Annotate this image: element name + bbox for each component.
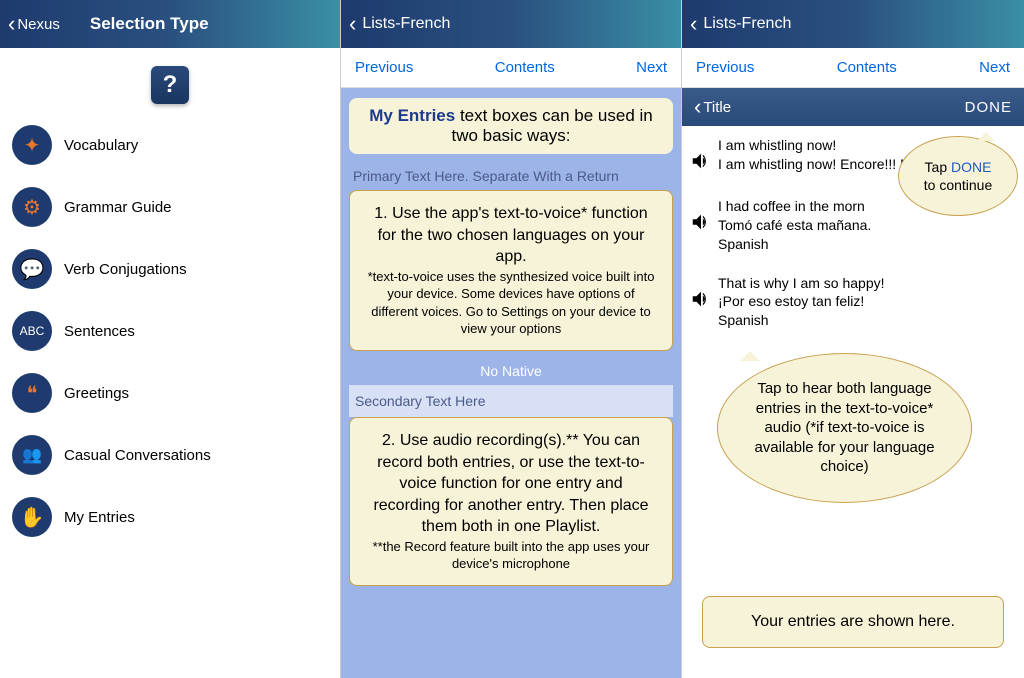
menu-item-greetings[interactable]: ❝ Greetings <box>0 362 340 424</box>
back-button[interactable]: ‹ Lists-French <box>349 13 450 35</box>
nav-next[interactable]: Next <box>636 59 667 76</box>
nav-next[interactable]: Next <box>979 59 1010 76</box>
nav-previous[interactable]: Previous <box>696 59 754 76</box>
title-label: Title <box>703 99 731 116</box>
menu-label: Greetings <box>64 385 129 402</box>
back-button[interactable]: ‹ Lists-French <box>690 13 791 35</box>
callout-bottom: Your entries are shown here. <box>702 596 1004 648</box>
abc-icon: ABC <box>12 311 52 351</box>
speaker-icon[interactable] <box>690 288 718 315</box>
screen-info: ‹ Lists-French Previous Contents Next My… <box>341 0 682 678</box>
entry-row: That is why I am so happy! ¡Por eso esto… <box>682 264 1024 341</box>
chevron-left-icon: ‹ <box>349 13 356 35</box>
info-header-text: text boxes can be used in two basic ways… <box>451 106 652 145</box>
info-header: My Entries text boxes can be used in two… <box>349 98 673 154</box>
menu-label: Vocabulary <box>64 137 138 154</box>
callout-done: Tap DONE to continue <box>898 136 1018 216</box>
callout-text: Tap to hear both language entries in the… <box>742 379 947 477</box>
title-back-button[interactable]: ‹ Title <box>694 96 731 118</box>
back-label: Lists-French <box>703 15 791 33</box>
menu-list: ✦ Vocabulary ⚙ Grammar Guide 💬 Verb Conj… <box>0 114 340 548</box>
entry-line: Tomó café esta mañana. <box>718 216 1012 235</box>
back-label: Lists-French <box>362 15 450 33</box>
card2-small: **the Record feature built into the app … <box>364 538 658 573</box>
callout-text: Your entries are shown here. <box>751 613 955 630</box>
menu-item-vocabulary[interactable]: ✦ Vocabulary <box>0 114 340 176</box>
no-native-label: No Native <box>349 357 673 385</box>
primary-placeholder: Primary Text Here. Separate With a Retur… <box>349 162 673 190</box>
content-area: My Entries text boxes can be used in two… <box>341 88 681 678</box>
nav-contents[interactable]: Contents <box>495 59 555 76</box>
menu-item-casual[interactable]: 👥 Casual Conversations <box>0 424 340 486</box>
subnav: Previous Contents Next <box>341 48 681 88</box>
back-label: Nexus <box>17 16 60 33</box>
menu-item-verbs[interactable]: 💬 Verb Conjugations <box>0 238 340 300</box>
speaker-icon[interactable] <box>690 211 718 238</box>
menu-item-sentences[interactable]: ABC Sentences <box>0 300 340 362</box>
subnav: Previous Contents Next <box>682 48 1024 88</box>
card1-main: 1. Use the app's text-to-voice* function… <box>364 203 658 268</box>
page-title: Selection Type <box>90 14 209 34</box>
chat-icon: 💬 <box>12 249 52 289</box>
nav-contents[interactable]: Contents <box>837 59 897 76</box>
card2-main: 2. Use audio recording(s).** You can rec… <box>364 430 658 538</box>
gears-icon: ⚙ <box>12 187 52 227</box>
menu-label: My Entries <box>64 509 135 526</box>
help-row: ? <box>0 48 340 114</box>
people-icon: 👥 <box>12 435 52 475</box>
info-card-1: 1. Use the app's text-to-voice* function… <box>349 190 673 351</box>
callout-hear: Tap to hear both language entries in the… <box>717 353 972 503</box>
callout-text: to continue <box>924 177 993 193</box>
title-bar: ‹ Title DONE <box>682 88 1024 126</box>
callout-done-word: DONE <box>951 159 991 175</box>
entry-line: ¡Por eso estoy tan feliz! <box>718 292 1012 311</box>
menu-label: Casual Conversations <box>64 447 211 464</box>
quotes-icon: ❝ <box>12 373 52 413</box>
menu-label: Verb Conjugations <box>64 261 187 278</box>
secondary-placeholder: Secondary Text Here <box>349 385 673 417</box>
screen-entries: ‹ Lists-French Previous Contents Next ‹ … <box>682 0 1024 678</box>
entry-line: That is why I am so happy! <box>718 274 1012 293</box>
chevron-left-icon: ‹ <box>8 13 15 35</box>
info-header-bold: My Entries <box>369 106 455 125</box>
nav-previous[interactable]: Previous <box>355 59 413 76</box>
menu-label: Sentences <box>64 323 135 340</box>
header: ‹ Lists-French <box>341 0 681 48</box>
menu-item-grammar[interactable]: ⚙ Grammar Guide <box>0 176 340 238</box>
entry-line: Spanish <box>718 311 1012 330</box>
speaker-icon[interactable] <box>690 150 718 177</box>
back-button[interactable]: ‹ Nexus <box>8 13 60 35</box>
card1-small: *text-to-voice uses the synthesized voic… <box>364 268 658 338</box>
puzzle-icon: ✦ <box>12 125 52 165</box>
header: ‹ Lists-French <box>682 0 1024 48</box>
info-card-2: 2. Use audio recording(s).** You can rec… <box>349 417 673 586</box>
menu-label: Grammar Guide <box>64 199 172 216</box>
entry-line: Spanish <box>718 235 1012 254</box>
chevron-left-icon: ‹ <box>694 96 701 118</box>
done-button[interactable]: DONE <box>965 99 1012 116</box>
content-area: ‹ Title DONE I am whistling now! I am wh… <box>682 88 1024 678</box>
screen-selection-type: ‹ Nexus Selection Type ? ✦ Vocabulary ⚙ … <box>0 0 341 678</box>
chevron-left-icon: ‹ <box>690 13 697 35</box>
header: ‹ Nexus Selection Type <box>0 0 340 48</box>
entry-text: That is why I am so happy! ¡Por eso esto… <box>718 274 1012 331</box>
help-icon[interactable]: ? <box>151 66 189 104</box>
hand-icon: ✋ <box>12 497 52 537</box>
menu-item-my-entries[interactable]: ✋ My Entries <box>0 486 340 548</box>
callout-text: Tap <box>925 159 951 175</box>
